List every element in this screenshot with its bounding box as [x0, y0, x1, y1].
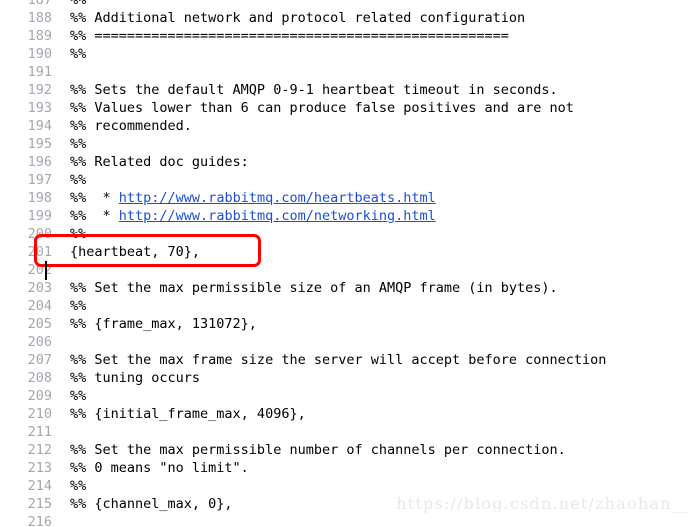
- code-line[interactable]: 195%%: [0, 135, 698, 153]
- code-line[interactable]: 187%%: [0, 0, 698, 9]
- code-line[interactable]: 213 %% 0 means "no limit".: [0, 459, 698, 477]
- code-line[interactable]: 204%%: [0, 297, 698, 315]
- line-content: %%: [70, 478, 87, 494]
- code-editor[interactable]: 187%% 188%% Additional network and protoc…: [0, 0, 698, 527]
- line-number: 191: [27, 64, 52, 80]
- code-line[interactable]: 210 %% {initial_frame_max, 4096},: [0, 405, 698, 423]
- line-number: 213: [27, 460, 52, 476]
- line-number: 196: [27, 154, 52, 170]
- line-number: 194: [27, 118, 52, 134]
- code-line[interactable]: 196 %% Related doc guides:: [0, 153, 698, 171]
- watermark-text: https://blog.csdn.net/zhaohan__: [396, 494, 690, 513]
- code-line[interactable]: 198 %% * http://www.rabbitmq.com/heartbea…: [0, 189, 698, 207]
- code-line[interactable]: 208 %% tuning occurs: [0, 369, 698, 387]
- line-content: %% {frame_max, 131072},: [70, 316, 257, 332]
- line-content: %% =====================================…: [70, 28, 509, 44]
- code-lines-container[interactable]: 187%% 188%% Additional network and protoc…: [0, 0, 698, 527]
- line-content: %%: [70, 226, 87, 242]
- line-number: 189: [27, 28, 52, 44]
- line-content: %% Set the max permissible number of cha…: [70, 442, 566, 458]
- line-text: %% *: [70, 190, 119, 206]
- code-line[interactable]: 194 %% recommended.: [0, 117, 698, 135]
- line-number: 200: [27, 226, 52, 242]
- code-line[interactable]: 200%%: [0, 225, 698, 243]
- line-content: %%: [70, 46, 87, 62]
- line-content: %% Set the max frame size the server wil…: [70, 352, 607, 368]
- line-number: 212: [27, 442, 52, 458]
- code-line[interactable]: 192 %% Sets the default AMQP 0-9-1 heartb…: [0, 81, 698, 99]
- code-line[interactable]: 211: [0, 423, 698, 441]
- code-line[interactable]: 191: [0, 63, 698, 81]
- code-line[interactable]: 189 %% ==================================…: [0, 27, 698, 45]
- code-line[interactable]: 214%%: [0, 477, 698, 495]
- line-number: 206: [27, 334, 52, 350]
- code-line[interactable]: 216: [0, 513, 698, 527]
- code-line[interactable]: 206: [0, 333, 698, 351]
- code-line[interactable]: 199 %% * http://www.rabbitmq.com/networki…: [0, 207, 698, 225]
- code-line[interactable]: 193 %% Values lower than 6 can produce fa…: [0, 99, 698, 117]
- line-number: 208: [27, 370, 52, 386]
- line-number: 205: [27, 316, 52, 332]
- code-line[interactable]: 207 %% Set the max frame size the server …: [0, 351, 698, 369]
- line-content: %%: [70, 388, 87, 404]
- code-line[interactable]: 212 %% Set the max permissible number of …: [0, 441, 698, 459]
- line-content: %% 0 means "no limit".: [70, 460, 249, 476]
- line-number: 188: [27, 10, 52, 26]
- text-caret: [45, 261, 47, 280]
- doc-url-link[interactable]: http://www.rabbitmq.com/networking.html: [119, 208, 436, 224]
- code-line[interactable]: 209%%: [0, 387, 698, 405]
- line-content: %% * http://www.rabbitmq.com/networking.…: [70, 207, 436, 225]
- code-line[interactable]: 202: [0, 261, 698, 279]
- line-content: %% Related doc guides:: [70, 154, 249, 170]
- line-content: %% Additional network and protocol relat…: [70, 10, 526, 26]
- line-content: %%: [70, 172, 87, 188]
- code-line[interactable]: 203 %% Set the max permissible size of an…: [0, 279, 698, 297]
- code-line[interactable]: 197%%: [0, 171, 698, 189]
- line-content: %% * http://www.rabbitmq.com/heartbeats.…: [70, 189, 436, 207]
- line-content: {heartbeat, 70},: [70, 244, 201, 260]
- code-line[interactable]: 205 %% {frame_max, 131072},: [0, 315, 698, 333]
- line-content: %% tuning occurs: [70, 370, 201, 386]
- code-line[interactable]: 188 %% Additional network and protocol re…: [0, 9, 698, 27]
- line-number: 211: [27, 424, 52, 440]
- line-number: 199: [27, 208, 52, 224]
- line-number: 215: [27, 496, 52, 512]
- line-content: %%: [70, 136, 87, 152]
- line-content: %% Sets the default AMQP 0-9-1 heartbeat…: [70, 82, 558, 98]
- line-number: 201: [27, 244, 52, 260]
- line-number: 214: [27, 478, 52, 494]
- line-number: 193: [27, 100, 52, 116]
- line-number: 197: [27, 172, 52, 188]
- doc-url-link[interactable]: http://www.rabbitmq.com/heartbeats.html: [119, 190, 436, 206]
- line-number: 203: [27, 280, 52, 296]
- line-number: 204: [27, 298, 52, 314]
- line-content: %% Values lower than 6 can produce false…: [70, 100, 574, 116]
- line-number: 198: [27, 190, 52, 206]
- line-number: 192: [27, 82, 52, 98]
- code-line[interactable]: 201 {heartbeat, 70},: [0, 243, 698, 261]
- line-text: %% *: [70, 208, 119, 224]
- line-content: %% {initial_frame_max, 4096},: [70, 406, 306, 422]
- line-content: %%: [70, 0, 87, 8]
- line-number: 190: [27, 46, 52, 62]
- line-content: %% Set the max permissible size of an AM…: [70, 280, 558, 296]
- line-number: 207: [27, 352, 52, 368]
- code-line[interactable]: 190%%: [0, 45, 698, 63]
- line-number: 210: [27, 406, 52, 422]
- line-number: 187: [27, 0, 52, 8]
- line-content: %% {channel_max, 0},: [70, 496, 233, 512]
- line-number: 209: [27, 388, 52, 404]
- line-content: %% recommended.: [70, 118, 192, 134]
- line-content: %%: [70, 298, 87, 314]
- line-number: 195: [27, 136, 52, 152]
- line-number: 216: [27, 514, 52, 527]
